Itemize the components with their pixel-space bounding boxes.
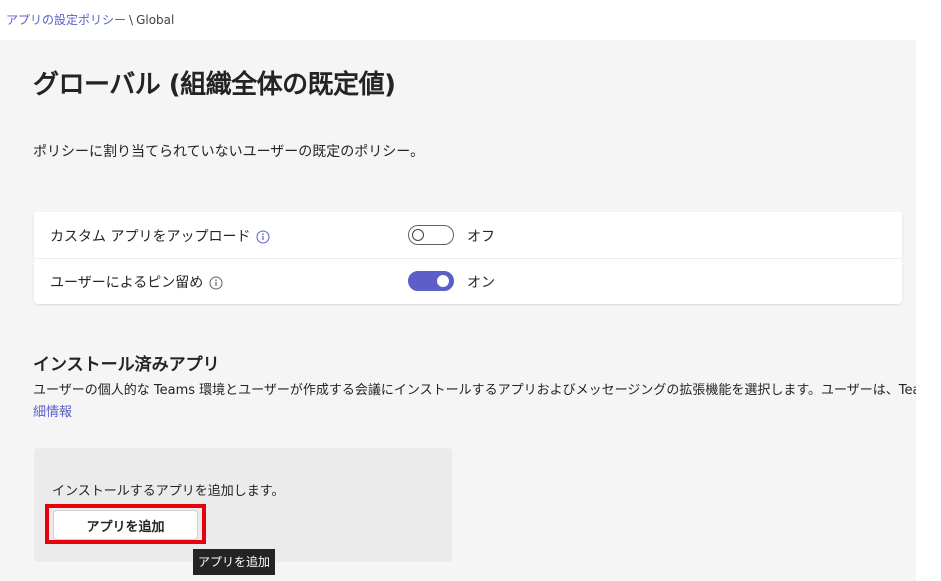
page-title: グローバル (組織全体の既定値) [33, 70, 396, 100]
breadcrumb-separator: \ [129, 13, 134, 27]
setting-label-upload-custom-apps: カスタム アプリをアップロード [50, 226, 270, 248]
setting-label-text: ユーザーによるピン留め [50, 275, 204, 291]
breadcrumb: アプリの設定ポリシー \ Global [0, 0, 916, 40]
upload-custom-apps-toggle[interactable] [408, 225, 454, 245]
setting-label-user-pinning: ユーザーによるピン留め [50, 272, 223, 294]
add-apps-button[interactable]: アプリを追加 [53, 510, 198, 540]
tooltip: アプリを追加 [193, 549, 275, 575]
setting-row-upload-custom-apps: カスタム アプリをアップロード オフ [34, 212, 902, 259]
add-apps-panel-text: インストールするアプリを追加します。 [52, 484, 285, 499]
info-icon[interactable] [209, 276, 223, 294]
user-pinning-toggle[interactable] [408, 271, 454, 291]
setting-label-text: カスタム アプリをアップロード [50, 229, 251, 245]
setting-row-user-pinning: ユーザーによるピン留め オン [34, 258, 902, 304]
toggle-state-text: オン [467, 275, 495, 291]
learn-more-link[interactable]: 細情報 [33, 401, 72, 420]
breadcrumb-link-app-setup-policies[interactable]: アプリの設定ポリシー [6, 13, 126, 27]
settings-card: カスタム アプリをアップロード オフ ユーザーによるピン留め オン [34, 212, 902, 304]
breadcrumb-current: Global [136, 13, 175, 27]
page-description: ポリシーに割り当てられていないユーザーの既定のポリシー。 [33, 144, 425, 160]
toggle-knob [412, 229, 424, 241]
toggle-state-text: オフ [467, 229, 495, 245]
installed-apps-description: ユーザーの個人的な Teams 環境とユーザーが作成する会議にインストールするア… [33, 383, 934, 398]
info-icon[interactable] [256, 230, 270, 248]
toggle-knob [437, 275, 449, 287]
window-edge [916, 0, 941, 581]
installed-apps-title: インストール済みアプリ [33, 355, 220, 375]
